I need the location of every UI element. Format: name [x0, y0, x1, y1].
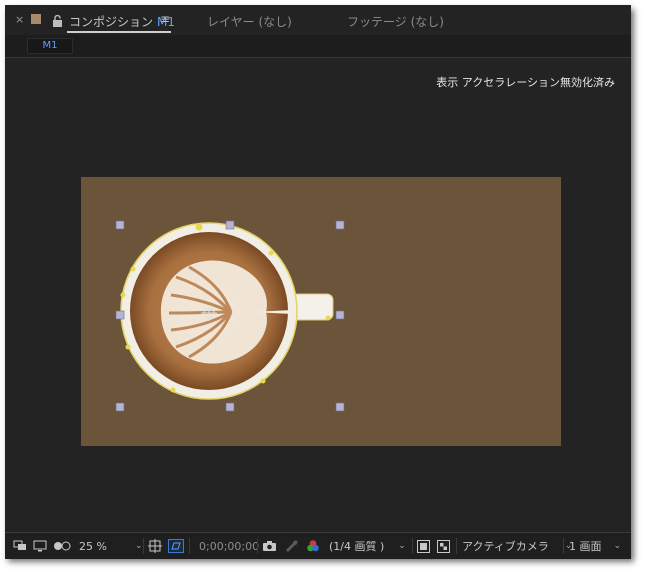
toolbar-divider — [412, 538, 413, 554]
camera-dropdown[interactable]: アクティブカメラ ⌄ — [462, 533, 572, 559]
camera-value: アクティブカメラ — [462, 540, 549, 553]
panel-tab-bar: × コンポジション M1 ≡ レイヤー (なし) フッテージ (なし) — [5, 5, 631, 35]
monitor-icon[interactable] — [33, 533, 47, 559]
tab-footage[interactable]: フッテージ (なし) — [347, 13, 444, 30]
snapshot-camera-icon[interactable] — [262, 533, 277, 559]
resolution-value: (1/4 画質 ) — [329, 540, 385, 553]
view-layout-dropdown[interactable]: 1 画面 ⌄ — [569, 533, 621, 559]
composition-chip[interactable]: M1 — [27, 38, 73, 54]
always-preview-icon[interactable] — [13, 533, 27, 559]
chevron-down-icon: ⌄ — [613, 541, 622, 551]
viewer-toolbar: 25 % ⌄ 0;00;00;00 (1/4 画質 ) ⌄ アクティブカメラ ⌄… — [5, 532, 631, 559]
close-tab-icon[interactable]: × — [15, 13, 24, 26]
composition-viewer[interactable]: 表示 アクセラレーション無効化済み — [5, 58, 631, 532]
toolbar-divider — [257, 538, 258, 554]
resolution-dropdown[interactable]: (1/4 画質 ) ⌄ — [329, 533, 406, 559]
color-channels-icon[interactable] — [306, 533, 320, 559]
panel-menu-icon[interactable]: ≡ — [160, 12, 170, 26]
toolbar-divider — [189, 538, 190, 554]
grid-guides-icon[interactable] — [148, 533, 162, 559]
zoom-value: 25 % — [79, 539, 107, 553]
show-snapshot-icon[interactable] — [285, 533, 299, 559]
label-color-swatch[interactable] — [31, 14, 41, 24]
toolbar-divider — [563, 538, 564, 554]
composition-frame[interactable] — [81, 177, 561, 446]
toolbar-divider — [143, 538, 144, 554]
chevron-down-icon: ⌄ — [398, 541, 406, 551]
tab-composition-label: コンポジション — [69, 15, 154, 29]
view-layout-value: 1 画面 — [569, 540, 602, 553]
fast-preview-icon[interactable] — [417, 533, 430, 559]
current-time[interactable]: 0;00;00;00 — [199, 533, 259, 559]
region-of-interest-icon[interactable] — [168, 533, 184, 559]
tab-layer[interactable]: レイヤー (なし) — [207, 13, 292, 30]
chevron-down-icon: ⌄ — [134, 541, 143, 551]
display-acceleration-note: 表示 アクセラレーション無効化済み — [436, 76, 615, 89]
zoom-dropdown[interactable]: 25 % ⌄ — [79, 533, 143, 559]
mask-visibility-icon[interactable] — [53, 533, 71, 559]
active-tab-underline — [67, 31, 171, 33]
composition-nav-bar: M1 — [5, 35, 631, 58]
coffee-layer[interactable] — [81, 177, 561, 446]
toolbar-divider — [456, 538, 457, 554]
composition-panel: × コンポジション M1 ≡ レイヤー (なし) フッテージ (なし) M1 表示… — [5, 5, 631, 559]
transparency-grid-icon[interactable] — [437, 533, 450, 559]
unlock-icon[interactable] — [52, 12, 63, 27]
